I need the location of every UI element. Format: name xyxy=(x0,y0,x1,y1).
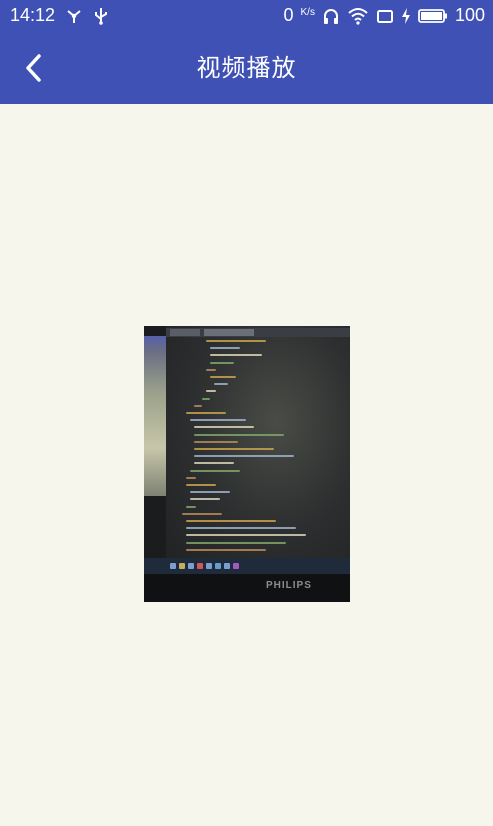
code-line xyxy=(186,412,226,414)
back-button[interactable] xyxy=(14,46,54,90)
code-line xyxy=(206,368,216,371)
code-line xyxy=(194,433,284,436)
code-line xyxy=(186,484,216,486)
app-bar: 14:12 0 K/s 100 视频播放 xyxy=(0,0,493,104)
code-line xyxy=(186,520,276,522)
page-title: 视频播放 xyxy=(196,54,297,82)
video-frame-code-screen xyxy=(166,326,350,564)
code-line xyxy=(194,440,238,443)
code-line xyxy=(210,376,236,378)
code-line xyxy=(206,390,216,393)
toolbar: 视频播放 xyxy=(0,32,493,104)
code-line xyxy=(194,404,202,407)
code-line xyxy=(190,419,246,422)
monitor-brand-label: PHILIPS xyxy=(266,580,312,591)
code-line xyxy=(214,383,228,386)
wifi-icon xyxy=(347,7,369,25)
charging-icon xyxy=(401,7,411,25)
code-line xyxy=(210,347,240,350)
battery-icon xyxy=(418,7,448,25)
code-line xyxy=(190,491,230,494)
monitor-bezel xyxy=(144,574,350,602)
code-line xyxy=(186,541,286,544)
video-frame-taskbar xyxy=(144,558,350,574)
code-line xyxy=(186,548,266,551)
code-line xyxy=(194,455,294,458)
net-speed-value: 0 xyxy=(283,5,294,25)
usb-icon xyxy=(93,7,109,25)
code-line xyxy=(190,469,240,472)
code-line xyxy=(182,512,222,515)
chevron-left-icon xyxy=(26,54,41,82)
net-speed-unit: K/s xyxy=(300,6,315,18)
code-line xyxy=(194,448,274,450)
battery-level: 100 xyxy=(454,5,485,25)
editor-tab-bar xyxy=(166,328,350,337)
status-bar: 14:12 0 K/s 100 xyxy=(0,0,493,32)
share-icon xyxy=(65,7,83,25)
headphones-icon xyxy=(322,7,340,25)
code-line xyxy=(210,361,234,364)
code-line xyxy=(210,354,262,357)
code-line xyxy=(202,397,210,400)
video-player[interactable]: PHILIPS xyxy=(144,326,350,602)
code-line xyxy=(190,498,220,501)
rotation-icon xyxy=(376,7,394,25)
code-line xyxy=(194,462,234,465)
code-line xyxy=(186,505,196,508)
code-line xyxy=(186,527,296,530)
code-line xyxy=(186,476,196,479)
code-line xyxy=(186,534,306,537)
status-time: 14:12 xyxy=(10,5,56,25)
code-line xyxy=(206,340,266,342)
video-frame-left-screen xyxy=(144,336,168,496)
code-line xyxy=(194,426,254,429)
